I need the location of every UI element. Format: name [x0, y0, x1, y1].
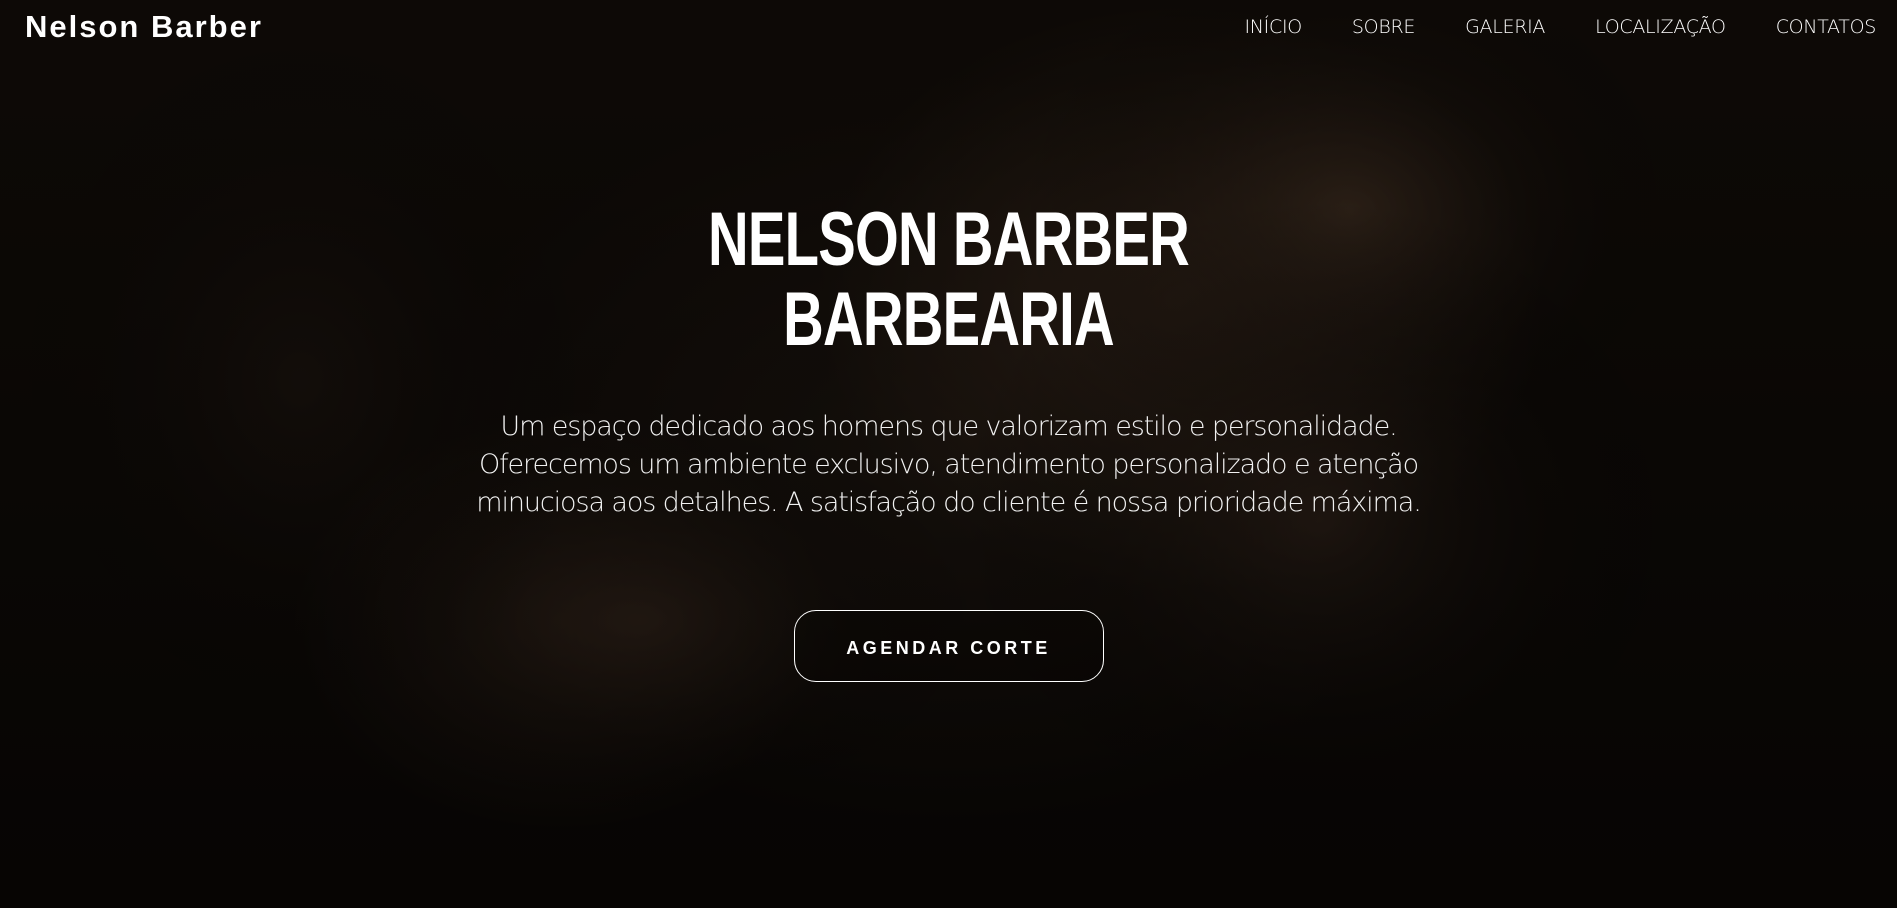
nav-item-inicio[interactable]: INÍCIO [1244, 16, 1302, 38]
hero-content: NELSON BARBER BARBEARIA Um espaço dedica… [0, 200, 1897, 682]
main-nav: INÍCIO SOBRE GALERIA LOCALIZAÇÃO CONTATO… [1194, 16, 1876, 38]
nav-item-galeria[interactable]: GALERIA [1465, 16, 1545, 38]
schedule-cut-button[interactable]: AGENDAR CORTE [793, 610, 1104, 682]
hero-description: Um espaço dedicado aos homens que valori… [476, 411, 1422, 518]
brand-logo[interactable]: Nelson Barber [25, 9, 263, 45]
hero-title-line-2: BARBEARIA [783, 277, 1115, 362]
nav-item-contatos[interactable]: CONTATOS [1776, 16, 1877, 38]
hero-section: Nelson Barber INÍCIO SOBRE GALERIA LOCAL… [0, 0, 1897, 908]
nav-item-sobre[interactable]: SOBRE [1352, 16, 1415, 38]
nav-item-localizacao[interactable]: LOCALIZAÇÃO [1595, 16, 1726, 38]
hero-title: NELSON BARBER BARBEARIA [247, 200, 1651, 360]
hero-title-line-1: NELSON BARBER [708, 197, 1190, 282]
